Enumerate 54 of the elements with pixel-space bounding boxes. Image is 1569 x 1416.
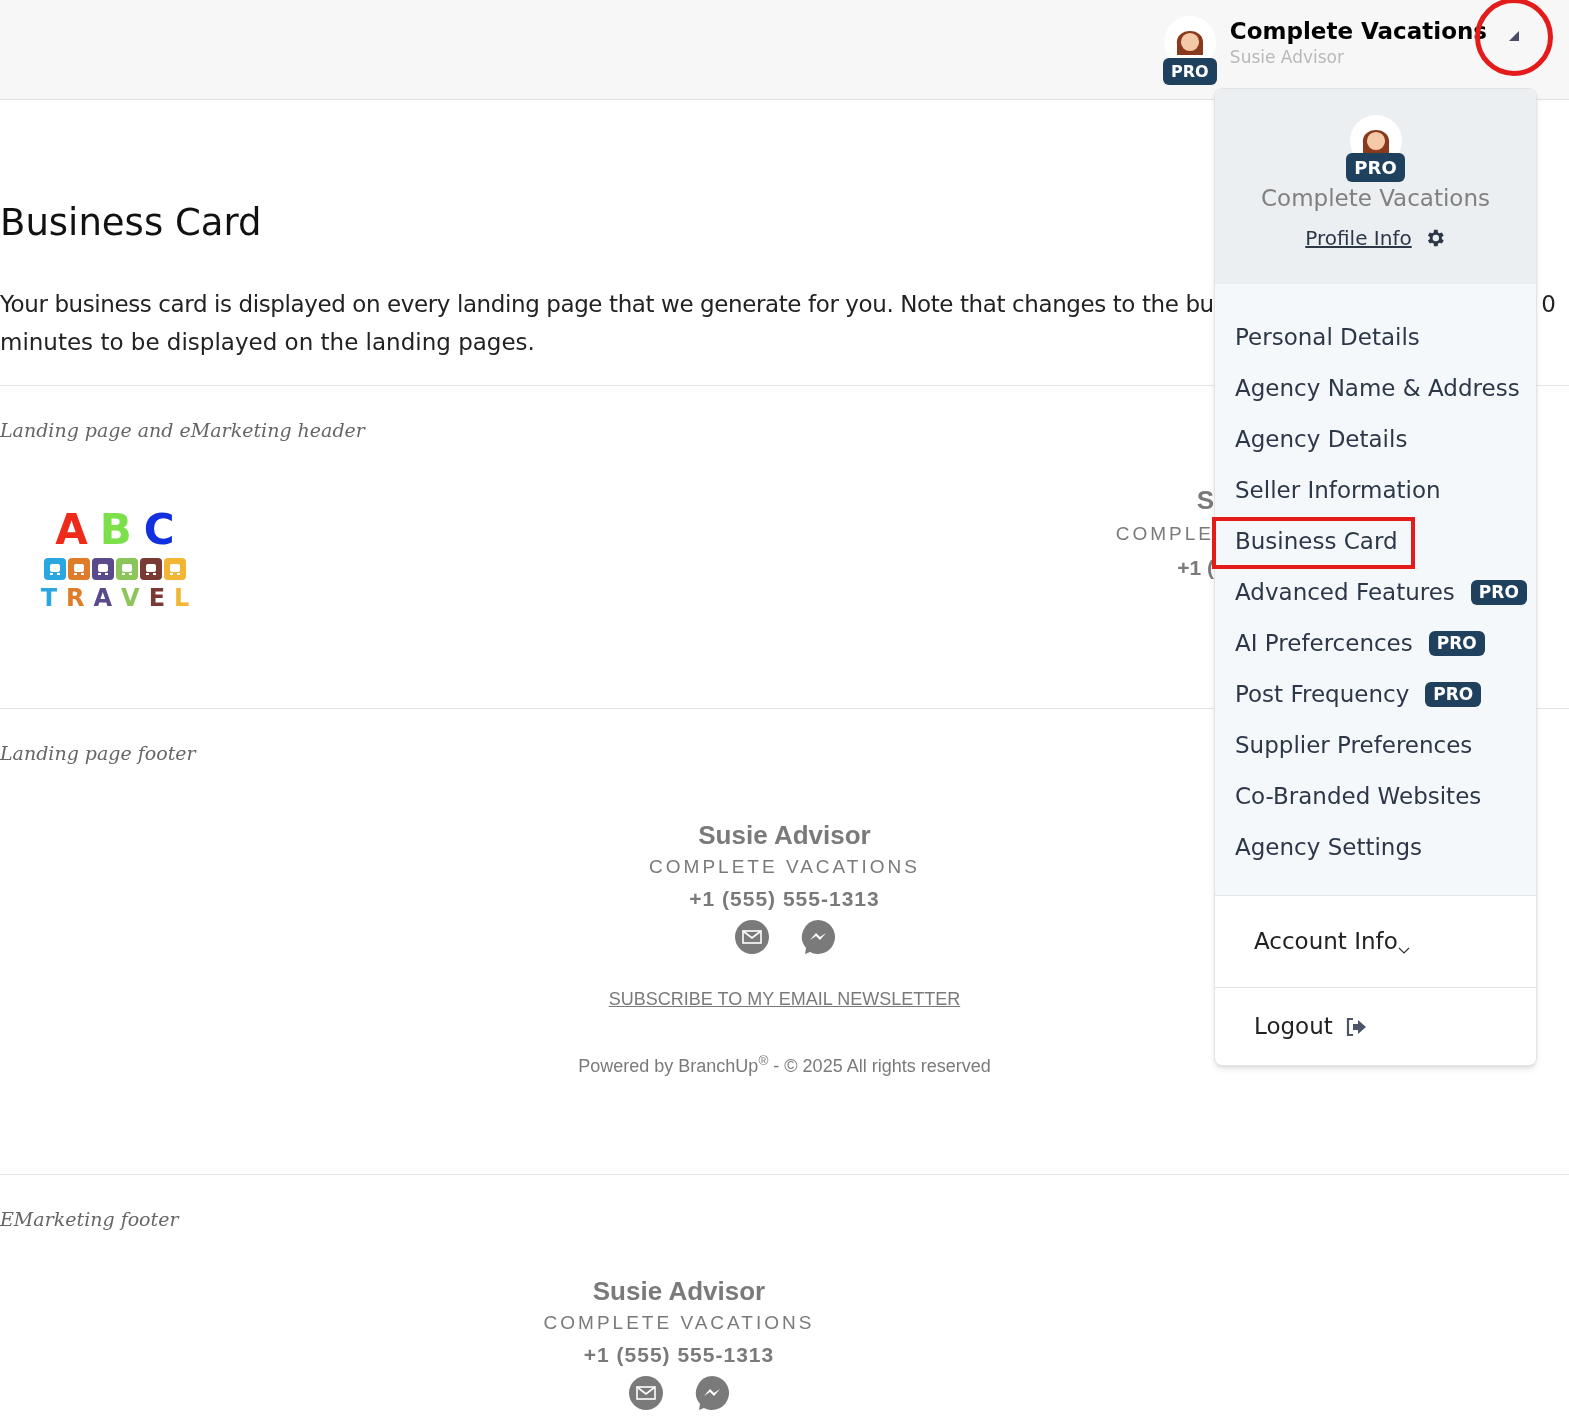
- envelope-icon[interactable]: [734, 919, 769, 954]
- menu-item[interactable]: Business Card: [1215, 516, 1536, 567]
- card-text: S: [1196, 483, 1214, 517]
- menu-item[interactable]: Agency Details: [1215, 414, 1536, 465]
- advisor-name: Susie Advisor: [592, 1274, 766, 1308]
- company-name: COMPLETE VACATIONS: [649, 854, 920, 879]
- phone-number: +1 (555) 555-1313: [583, 1341, 775, 1368]
- caret-icon[interactable]: [1509, 31, 1519, 41]
- envelope-icon[interactable]: [629, 1375, 663, 1410]
- pro-badge: PRO: [1425, 682, 1482, 707]
- subscribe-link[interactable]: SUBSCRIBE TO MY EMAIL NEWSLETTER: [608, 985, 961, 1013]
- advisor-name: Susie Advisor: [698, 818, 871, 852]
- logo-letter: C: [143, 508, 175, 551]
- pro-badge: PRO: [1470, 580, 1527, 605]
- logo-letter: V: [121, 585, 140, 610]
- pro-badge: PRO: [1163, 58, 1217, 85]
- logout-icon[interactable]: [1344, 1016, 1367, 1037]
- logo-letter: B: [99, 508, 132, 551]
- pro-badge: PRO: [1346, 153, 1405, 182]
- intro-text: minutes to be displayed on the landing pages.: [0, 328, 535, 357]
- logo-letter: A: [55, 508, 88, 551]
- logout-item[interactable]: Logout: [1254, 1009, 1333, 1044]
- phone-number: +1 (555) 555-1313: [689, 885, 880, 912]
- menu-item[interactable]: Personal Details: [1215, 312, 1536, 363]
- pro-badge: PRO: [1428, 631, 1485, 656]
- section-label: Landing page and eMarketing header: [0, 418, 365, 443]
- chevron-down-icon: [1397, 946, 1410, 955]
- chat-bubble-icon[interactable]: [695, 1375, 729, 1410]
- section-label: EMarketing footer: [0, 1207, 179, 1232]
- powered-by-text: Powered by BranchUp$^{®}$ - © 2025 All rights reserved: [578, 1052, 991, 1078]
- section-label: Landing page footer: [0, 741, 196, 766]
- menu-item[interactable]: AI Prefercences PRO: [1215, 618, 1536, 669]
- menu-item[interactable]: Agency Name & Address: [1215, 363, 1536, 414]
- account-info-item[interactable]: Account Info: [1254, 924, 1410, 959]
- intro-text: Your business card is displayed on every landing page that we generate for you. Note that changes to the bu: [0, 290, 1214, 319]
- page-title: Business Card: [0, 200, 262, 246]
- profile-info-link[interactable]: Profile Info: [1305, 223, 1412, 253]
- logo-letter: R: [66, 585, 85, 610]
- menu-item[interactable]: Advanced Features PRO: [1215, 567, 1536, 618]
- menu-item[interactable]: Seller Information: [1215, 465, 1536, 516]
- menu-item[interactable]: Post Frequency PRO: [1215, 669, 1536, 720]
- user-name: Susie Advisor: [1229, 46, 1345, 68]
- menu-item[interactable]: Agency Settings: [1215, 822, 1536, 873]
- agency-name: Complete Vacations: [1261, 184, 1490, 213]
- menu-item[interactable]: Supplier Preferences: [1215, 720, 1536, 771]
- logo-letter: A: [93, 585, 113, 610]
- company-name: COMPLETE VACATIONS: [543, 1310, 815, 1335]
- logo-letter: L: [174, 585, 190, 610]
- menu-item[interactable]: Co-Branded Websites: [1215, 771, 1536, 822]
- intro-text: 0: [1541, 290, 1556, 319]
- logo-letter: E: [148, 585, 166, 610]
- chat-bubble-icon[interactable]: [800, 919, 835, 954]
- logo-letter: T: [40, 585, 57, 610]
- card-text: COMPLE: [1115, 521, 1214, 546]
